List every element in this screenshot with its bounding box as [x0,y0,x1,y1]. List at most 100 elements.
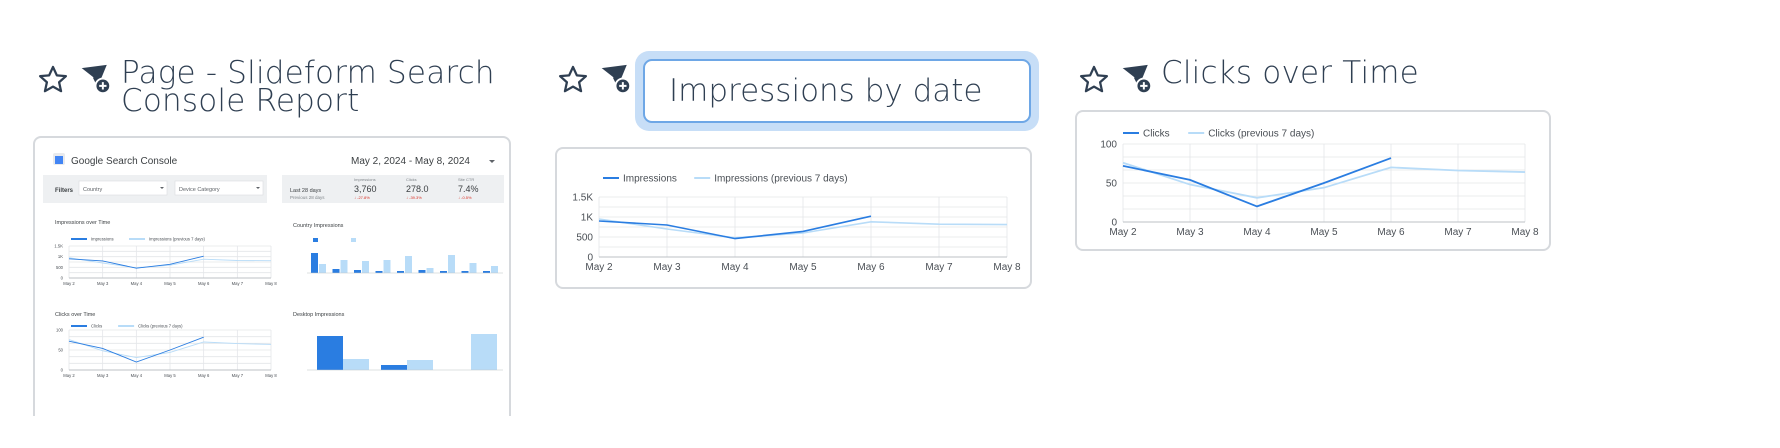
card-title[interactable]: Clicks over Time [1161,58,1581,89]
date-range: May 2, 2024 - May 8, 2024 [351,156,470,167]
y-tick-label: 1K [581,213,594,224]
bar [362,261,369,273]
x-tick-label: May 6 [857,262,885,273]
x-tick-label: May 5 [164,281,176,286]
legend-swatch [351,238,356,242]
date-dropdown-icon [489,160,495,163]
x-tick-label: May 7 [1444,227,1472,238]
card-title[interactable]: Page - Slideform Search Console Report [121,58,541,117]
filters-label: Filters [55,188,74,194]
x-tick-label: May 3 [1176,227,1204,238]
legend-swatch [313,238,318,242]
kpi-delta: ↓ -0.5% [458,195,472,200]
card-title-line: Clicks over Time [1161,55,1419,91]
x-tick-label: May 4 [721,262,749,273]
clicks-panel-title: Clicks over Time [55,312,95,318]
kpi-value: 278.0 [406,184,429,194]
x-tick-label: May 2 [585,262,613,273]
desktop-panel-title: Desktop Impressions [293,312,345,318]
x-tick-label: May 3 [97,373,109,378]
bar [317,336,343,370]
y-tick-label: 100 [56,327,64,332]
legend-label: Clicks [91,324,102,329]
kpi-delta: ↓ -39.3% [406,195,422,200]
kpi-label: Site CTR [458,177,474,182]
x-tick-label: May 5 [164,373,176,378]
x-tick-label: May 5 [789,262,817,273]
y-tick-label: 0 [61,275,64,280]
report-preview: Google Search Console May 2, 2024 - May … [43,153,504,378]
country-filter-label: Country [83,187,103,193]
y-tick-label: 500 [576,233,593,244]
card-title-input[interactable] [643,59,1031,123]
x-tick-label: May 2 [63,373,75,378]
x-tick-label: May 8 [265,373,277,378]
x-tick-label: May 3 [97,281,109,286]
bar [319,264,326,273]
x-tick-label: May 8 [993,262,1021,273]
x-tick-label: May 7 [232,281,244,286]
y-tick-label: 0 [61,367,64,372]
x-tick-label: May 4 [131,373,143,378]
x-tick-label: May 8 [1511,227,1539,238]
x-tick-label: May 2 [63,281,75,286]
x-tick-label: May 4 [131,281,143,286]
x-tick-label: May 4 [1243,227,1271,238]
bar [383,260,391,273]
legend-label: Clicks (previous 7 days) [1208,129,1314,140]
bar [381,365,407,370]
x-tick-label: May 5 [1310,227,1338,238]
impressions-line-chart: 05001K1.5KMay 2 May 3 May 4 May 5 May 6 May 7… [572,174,1021,273]
kpi-period: Last 28 days [290,188,321,194]
x-tick-label: May 7 [232,373,244,378]
y-tick-label: 1.5K [572,193,593,204]
legend-label: Clicks (previous 7 days) [138,324,183,329]
x-tick-label: May 8 [265,281,277,286]
bar [469,263,477,273]
legend-label: Impressions (previous 7 days) [149,237,205,242]
bar [343,359,369,370]
y-tick-label: 50 [1106,179,1118,190]
favorite-star-icon[interactable] [1074,60,1114,100]
x-tick-label: May 6 [198,281,210,286]
title-editor [635,51,1039,131]
x-tick-label: May 6 [1377,227,1405,238]
report-header-title: Google Search Console [71,156,178,167]
y-tick-label: 1.5K [54,243,63,248]
kpi-delta: ↓ -27.8% [354,195,370,200]
impressions-chart-thumbnail[interactable]: 0 500 1K 1.5K May 2 May 3 May 4 May 5 May 6 May 7… [555,147,1032,289]
legend-label: Clicks [1143,129,1170,140]
kpi-label: Impressions [354,177,376,182]
legend-label: Impressions [91,237,114,242]
bar [471,334,497,370]
device-filter-label: Device Category [179,187,220,193]
send-schedule-icon[interactable] [595,58,635,98]
report-thumbnail[interactable]: Google Search Console May 2, 2024 - May … [33,136,511,416]
favorite-star-icon[interactable] [553,60,593,100]
clicks-chart-thumbnail[interactable]: 0 50 100 May 2 May 3 May 4 May 5 May 6 May 7 May … [1075,110,1551,251]
bar [340,260,348,273]
legend-label: Impressions [623,174,677,185]
impressions-panel-title: Impressions over Time [55,220,110,226]
legend-label: Impressions (previous 7 days) [714,174,847,185]
bar [332,269,340,273]
bar [491,266,498,273]
send-schedule-icon[interactable] [75,58,115,98]
country-panel-title: Country Impressions [293,223,344,229]
x-tick-label: May 2 [1109,227,1137,238]
y-tick-label: 1K [58,254,63,259]
x-tick-label: May 3 [653,262,681,273]
bar [354,270,361,273]
y-tick-label: 50 [58,347,63,352]
bar [418,270,426,273]
kpi-value: 7.4% [458,184,479,194]
bar [311,253,318,273]
x-tick-label: May 7 [925,262,953,273]
favorite-star-icon[interactable] [33,60,73,100]
y-tick-label: 500 [56,265,64,270]
kpi-value: 3,760 [354,184,377,194]
bar [426,268,434,273]
send-schedule-icon[interactable] [1116,58,1156,98]
bar [448,255,455,273]
bar [407,360,433,370]
